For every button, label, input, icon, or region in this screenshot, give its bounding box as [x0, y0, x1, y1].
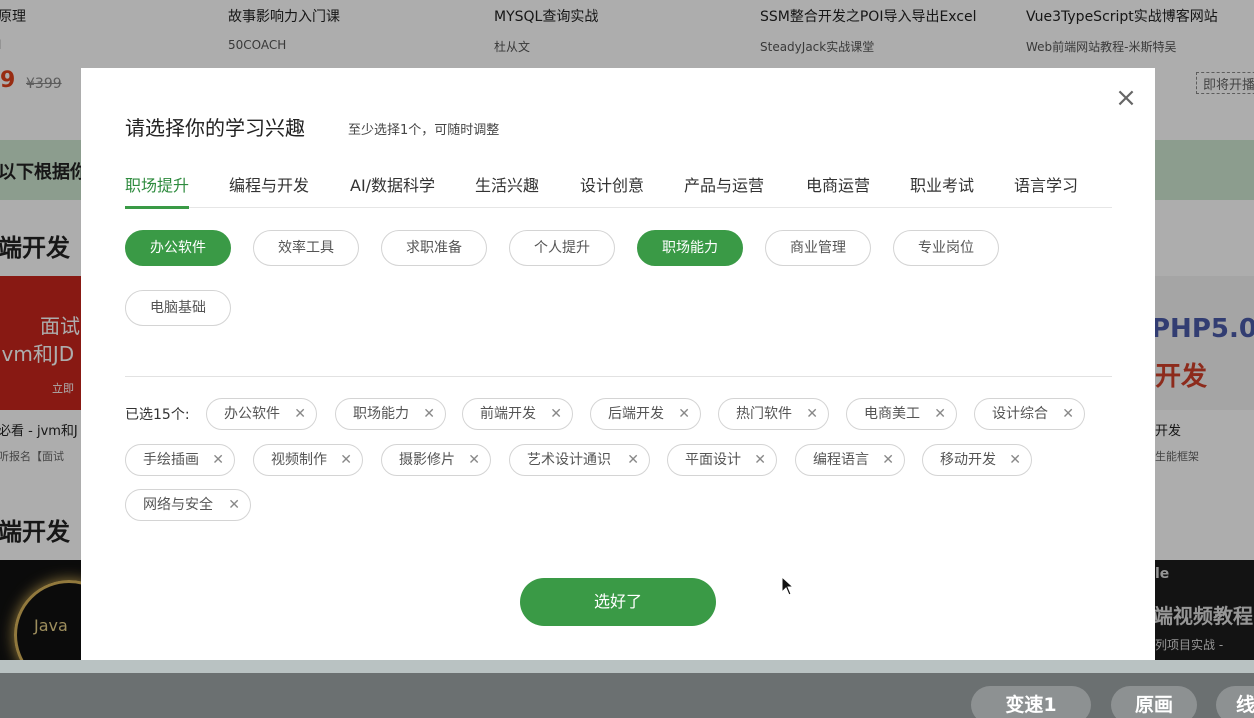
divider — [125, 376, 1112, 377]
selected-tag: 摄影修片 ✕ — [381, 444, 491, 476]
confirm-button[interactable]: 选好了 — [520, 578, 716, 626]
tab-career[interactable]: 职场提升 — [125, 172, 190, 209]
tab-product-ops[interactable]: 产品与运营 — [684, 172, 764, 208]
selected-tag-label: 后端开发 — [608, 406, 664, 422]
selected-tag: 设计综合 ✕ — [974, 398, 1085, 430]
tab-ecommerce[interactable]: 电商运营 — [806, 172, 870, 208]
remove-tag-icon[interactable]: ✕ — [754, 445, 766, 475]
tab-languages[interactable]: 语言学习 — [1014, 172, 1078, 208]
selected-tag-label: 平面设计 — [685, 452, 741, 468]
modal-subtitle: 至少选择1个，可随时调整 — [348, 123, 500, 138]
interest-option[interactable]: 商业管理 — [765, 230, 871, 266]
remove-tag-icon[interactable]: ✕ — [550, 399, 562, 429]
selected-tag-label: 热门软件 — [736, 406, 792, 422]
line-switch-button[interactable]: 线 — [1216, 686, 1254, 718]
selected-tag-label: 设计综合 — [992, 406, 1048, 422]
tab-exams[interactable]: 职业考试 — [910, 172, 974, 208]
remove-tag-icon[interactable]: ✕ — [627, 445, 639, 475]
tab-design[interactable]: 设计创意 — [580, 172, 644, 208]
selected-tag: 后端开发 ✕ — [590, 398, 701, 430]
interest-option[interactable]: 求职准备 — [381, 230, 487, 266]
selected-tag-label: 摄影修片 — [399, 452, 455, 468]
selected-tag-label: 手绘插画 — [143, 452, 199, 468]
selected-tag: 艺术设计通识 ✕ — [509, 444, 650, 476]
selected-tag: 前端开发 ✕ — [462, 398, 573, 430]
video-quality-button[interactable]: 原画 — [1111, 686, 1197, 718]
close-icon[interactable]: × — [1114, 85, 1138, 111]
selected-tag-label: 办公软件 — [224, 406, 280, 422]
selected-count-label: 已选15个: — [125, 407, 190, 423]
selected-tag: 编程语言 ✕ — [795, 444, 905, 476]
remove-tag-icon[interactable]: ✕ — [882, 445, 894, 475]
interest-option[interactable]: 专业岗位 — [893, 230, 999, 266]
selected-tag: 办公软件 ✕ — [206, 398, 317, 430]
remove-tag-icon[interactable]: ✕ — [934, 399, 946, 429]
selected-tag-label: 电商美工 — [864, 406, 920, 422]
remove-tag-icon[interactable]: ✕ — [1009, 445, 1021, 475]
tab-ai-data-science[interactable]: AI/数据科学 — [350, 172, 435, 208]
interest-option[interactable]: 电脑基础 — [125, 290, 231, 326]
remove-tag-icon[interactable]: ✕ — [212, 445, 224, 475]
selected-tag: 平面设计 ✕ — [667, 444, 777, 476]
selected-tag-label: 视频制作 — [271, 452, 327, 468]
interest-selection-modal: × 请选择你的学习兴趣 至少选择1个，可随时调整 职场提升 编程与开发 AI/数… — [81, 68, 1155, 660]
remove-tag-icon[interactable]: ✕ — [340, 445, 352, 475]
interest-option[interactable]: 个人提升 — [509, 230, 615, 266]
interest-option[interactable]: 职场能力 — [637, 230, 743, 266]
selected-tag: 网络与安全 ✕ — [125, 489, 251, 521]
playback-speed-button[interactable]: 变速1 — [971, 686, 1091, 718]
remove-tag-icon[interactable]: ✕ — [806, 399, 818, 429]
selected-tag-label: 前端开发 — [480, 406, 536, 422]
remove-tag-icon[interactable]: ✕ — [1062, 399, 1074, 429]
selected-tag-label: 编程语言 — [813, 452, 869, 468]
selected-tag-label: 艺术设计通识 — [527, 452, 611, 468]
selected-tag: 移动开发 ✕ — [922, 444, 1032, 476]
modal-title: 请选择你的学习兴趣 — [125, 116, 305, 140]
selected-tag-label: 网络与安全 — [143, 497, 213, 513]
interest-option[interactable]: 效率工具 — [253, 230, 359, 266]
selected-tag: 电商美工 ✕ — [846, 398, 957, 430]
interest-option[interactable]: 办公软件 — [125, 230, 231, 266]
remove-tag-icon[interactable]: ✕ — [678, 399, 690, 429]
player-progress-strip — [0, 660, 1254, 673]
selected-tag: 手绘插画 ✕ — [125, 444, 235, 476]
selected-tag-label: 移动开发 — [940, 452, 996, 468]
remove-tag-icon[interactable]: ✕ — [468, 445, 480, 475]
selected-tag: 职场能力 ✕ — [335, 398, 446, 430]
selected-tag-label: 职场能力 — [353, 406, 409, 422]
remove-tag-icon[interactable]: ✕ — [294, 399, 306, 429]
tab-lifestyle[interactable]: 生活兴趣 — [475, 172, 539, 208]
category-tabs: 职场提升 编程与开发 AI/数据科学 生活兴趣 设计创意 产品与运营 电商运营 … — [125, 172, 1112, 209]
remove-tag-icon[interactable]: ✕ — [228, 490, 240, 520]
mouse-cursor-icon — [781, 576, 795, 596]
selected-tag: 热门软件 ✕ — [718, 398, 829, 430]
selected-tag: 视频制作 ✕ — [253, 444, 363, 476]
remove-tag-icon[interactable]: ✕ — [423, 399, 435, 429]
tab-programming[interactable]: 编程与开发 — [229, 172, 309, 208]
